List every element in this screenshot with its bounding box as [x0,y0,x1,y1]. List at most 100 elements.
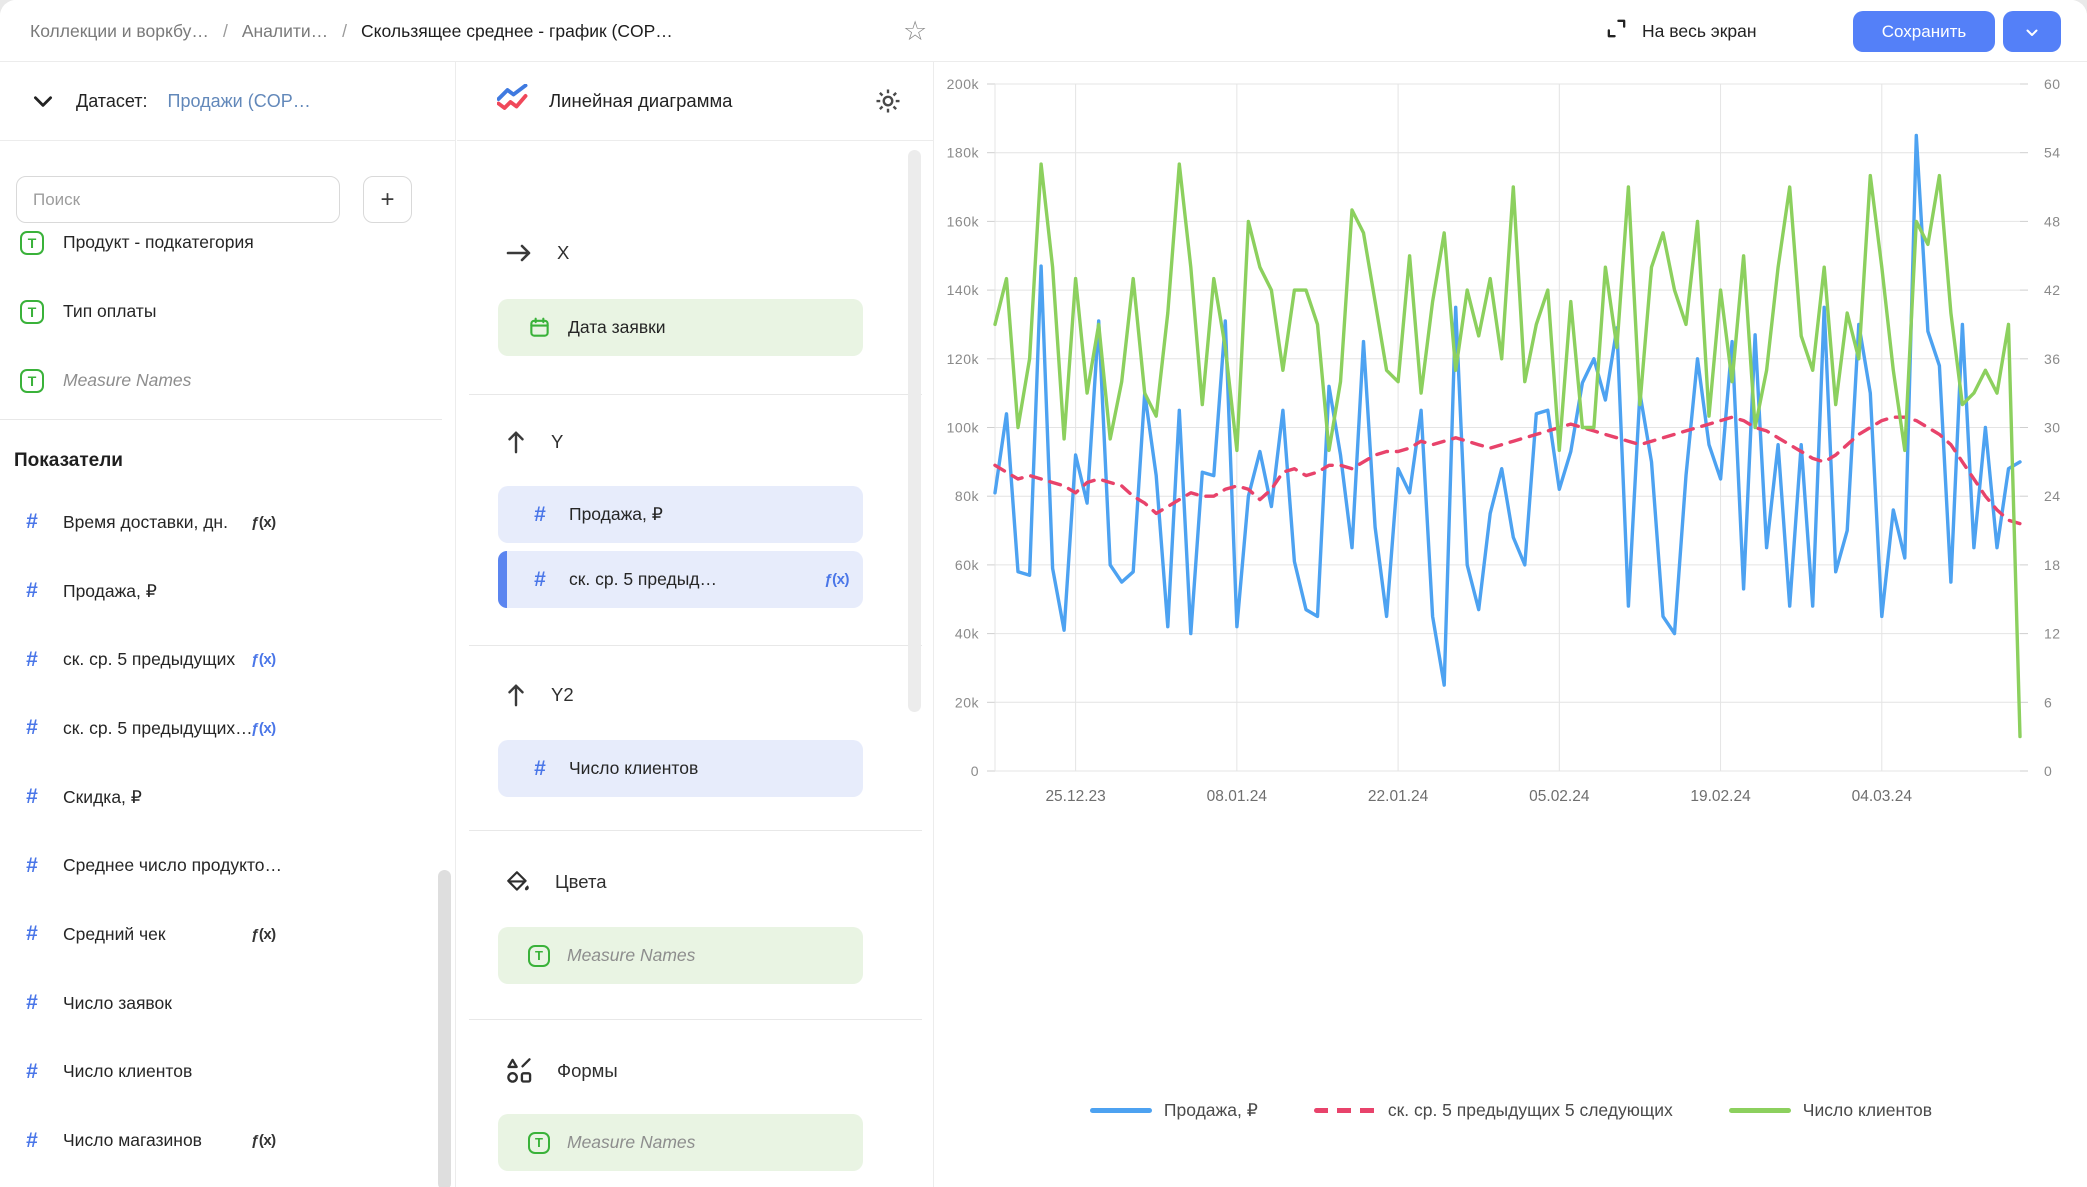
y-field-chip-1[interactable]: # Продажа, ₽ [498,486,863,543]
dimension-item[interactable]: T Продукт - подкатегория [0,208,455,277]
shapes-icon [505,1057,533,1085]
svg-text:54: 54 [2044,145,2061,161]
formula-icon: ƒ(x) [251,1132,276,1149]
svg-text:48: 48 [2044,213,2061,229]
save-button-group: Сохранить [1853,11,2061,52]
fullscreen-label: На весь экран [1642,21,1757,42]
svg-text:140k: 140k [947,282,980,298]
svg-text:160k: 160k [947,213,980,229]
fullscreen-button[interactable]: На весь экран [1605,0,1757,62]
sidebar-scrollbar[interactable] [438,870,451,1187]
chip-label: Дата заявки [568,317,666,338]
svg-text:0: 0 [971,763,979,779]
dimension-item[interactable]: T Тип оплаты [0,277,455,346]
string-field-icon: T [20,300,44,324]
chart-type-title[interactable]: Линейная диаграмма [549,90,857,112]
chart-legend: Продажа, ₽ ск. ср. 5 предыдущих 5 следую… [935,1100,2087,1121]
breadcrumb-separator: / [223,21,228,42]
measure-item[interactable]: # Скидка, ₽ [0,763,455,832]
paint-bucket-icon [505,869,531,895]
svg-text:24: 24 [2044,488,2061,504]
svg-text:42: 42 [2044,282,2061,298]
measure-item[interactable]: # Средний чек ƒ(x) [0,900,455,969]
legend-item-sales[interactable]: Продажа, ₽ [1090,1100,1258,1121]
dataset-header[interactable]: Датасет: Продажи (COP… [0,62,455,141]
measures-heading: Показатели [14,450,123,472]
breadcrumb-analytics[interactable]: Аналити… [242,21,328,42]
page-title: Скользящее среднее - график (COP… [361,21,673,42]
chart-area[interactable]: 0020k640k1260k1880k24100k30120k36140k421… [935,62,2087,1187]
x-shelf-label: X [505,242,569,264]
svg-text:60: 60 [2044,76,2061,92]
favorite-star-icon[interactable]: ☆ [903,0,927,62]
measure-item[interactable]: # Число клиентов [0,1038,455,1107]
dataset-name-link[interactable]: Продажи (COP… [168,91,311,112]
shapes-field-chip[interactable]: T Measure Names [498,1114,863,1171]
save-button[interactable]: Сохранить [1853,11,1995,52]
top-bar: Коллекции и воркбу… / Аналити… / Скользя… [0,0,2087,62]
measure-item[interactable]: # Продажа, ₽ [0,557,455,626]
app-window: Коллекции и воркбу… / Аналити… / Скользя… [0,0,2087,1187]
string-field-icon: T [20,369,44,393]
divider [0,419,442,420]
svg-text:100k: 100k [947,420,980,436]
arrow-right-icon [505,243,533,263]
breadcrumb-collections[interactable]: Коллекции и воркбу… [30,21,209,42]
measure-item[interactable]: # Число магазинов ƒ(x) [0,1106,455,1175]
chip-accent-bar [498,551,507,608]
measure-label: Число заявок [63,993,172,1014]
svg-text:0: 0 [2044,763,2052,779]
measure-label: Число клиентов [63,1061,192,1082]
measure-item[interactable]: # Среднее число продукто… [0,831,455,900]
svg-text:180k: 180k [947,145,980,161]
legend-item-moving-average[interactable]: ск. ср. 5 предыдущих 5 следующих [1314,1100,1673,1121]
measure-label: Скидка, ₽ [63,787,142,808]
panel-scrollbar[interactable] [908,150,921,712]
chip-label: ск. ср. 5 предыд… [569,569,717,590]
y2-field-chip[interactable]: # Число клиентов [498,740,863,797]
chart-config-panel: Линейная диаграмма X Дата заявки [457,62,934,1187]
svg-text:08.01.24: 08.01.24 [1207,788,1268,805]
chevron-down-icon [30,88,56,114]
measures-list: # Время доставки, дн. ƒ(x) # Продажа, ₽ … [0,488,455,1175]
measure-item[interactable]: # Время доставки, дн. ƒ(x) [0,488,455,557]
measure-label: Число магазинов [63,1130,202,1151]
measure-item[interactable]: # Число заявок [0,969,455,1038]
arrow-up-icon [505,429,527,455]
number-field-icon: # [20,648,44,672]
number-field-icon: # [528,757,552,781]
legend-dash-sample [1314,1108,1376,1113]
svg-text:120k: 120k [947,351,980,367]
y-shelf-label: Y [505,429,563,455]
measure-item[interactable]: # ск. ср. 5 предыдущих ƒ(x) [0,625,455,694]
divider [469,1019,922,1020]
arrow-up-icon [505,682,527,708]
svg-text:25.12.23: 25.12.23 [1045,788,1105,805]
svg-text:80k: 80k [955,488,980,504]
divider [469,830,922,831]
x-field-chip[interactable]: Дата заявки [498,299,863,356]
dimension-label: Тип оплаты [63,301,156,322]
divider [469,645,922,646]
dimension-item[interactable]: T Measure Names [0,346,455,415]
legend-item-clients[interactable]: Число клиентов [1729,1100,1932,1121]
y-field-chip-2[interactable]: # ск. ср. 5 предыд… ƒ(x) [498,551,863,608]
measure-label: ск. ср. 5 предыдущих [63,649,235,670]
svg-text:04.03.24: 04.03.24 [1852,788,1913,805]
svg-text:30: 30 [2044,420,2061,436]
colors-field-chip[interactable]: T Measure Names [498,927,863,984]
svg-text:60k: 60k [955,557,980,573]
gear-icon[interactable] [873,86,903,116]
formula-icon: ƒ(x) [251,926,276,943]
legend-line-sample [1729,1108,1791,1113]
measure-item[interactable]: # ск. ср. 5 предыдущих… ƒ(x) [0,694,455,763]
number-field-icon: # [20,854,44,878]
number-field-icon: # [20,579,44,603]
dimensions-list: T Продукт - подкатегория T Тип оплаты T … [0,208,455,415]
formula-icon: ƒ(x) [251,514,276,531]
number-field-icon: # [20,785,44,809]
chip-label: Число клиентов [569,758,698,779]
save-menu-button[interactable] [2003,11,2061,52]
number-field-icon: # [20,716,44,740]
chart-canvas[interactable]: 0020k640k1260k1880k24100k30120k36140k421… [935,62,2087,1062]
